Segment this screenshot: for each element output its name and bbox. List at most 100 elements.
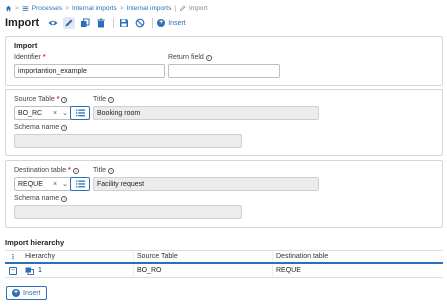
row-hierarchy-cell: 1: [21, 267, 133, 275]
destination-title-value: Facility request: [97, 180, 145, 188]
destination-title-field: Facility request: [93, 177, 319, 191]
column-header-destination[interactable]: Destination table: [272, 251, 443, 262]
import-card-title: Import: [14, 41, 38, 50]
chevron-down-icon[interactable]: ⌄: [62, 180, 68, 188]
required-marker: *: [42, 54, 46, 61]
plus-circle-icon: +: [157, 19, 166, 27]
insert-button[interactable]: + Insert: [157, 19, 186, 27]
row-toggle[interactable]: −: [5, 266, 21, 275]
source-schema-field: [14, 134, 242, 148]
insert-label: Insert: [168, 19, 186, 27]
destination-table-list-button[interactable]: [70, 177, 90, 191]
required-marker: *: [68, 167, 71, 174]
row-source-cell: BO_RO: [133, 264, 272, 277]
source-schema-label: Schema name i: [14, 124, 68, 131]
breadcrumb-processes[interactable]: Processes: [32, 5, 62, 12]
column-header-hierarchy[interactable]: Hierarchy: [21, 253, 133, 260]
eye-icon: [48, 20, 58, 26]
source-title-label-text: Title: [93, 96, 106, 103]
breadcrumb-internal-imports-2[interactable]: Internal imports: [127, 5, 172, 12]
clear-icon[interactable]: ×: [53, 110, 57, 117]
hierarchy-insert-label: Insert: [23, 289, 41, 297]
source-table-list-button[interactable]: [70, 106, 90, 120]
identifier-value: importantion_example: [18, 67, 87, 75]
return-field-label: Return field i: [168, 54, 212, 61]
pencil-icon: [180, 5, 186, 11]
home-icon[interactable]: [5, 5, 12, 12]
source-title-value: Booking room: [97, 109, 141, 117]
identifier-label: Identifier *: [14, 54, 46, 61]
destination-table-label: Destination table * i: [14, 167, 79, 174]
breadcrumb-separator: >: [119, 4, 124, 12]
destination-title-label: Title i: [93, 167, 114, 174]
select-controls: × ⌄: [53, 180, 68, 189]
destination-table-select[interactable]: REQUE × ⌄: [14, 177, 72, 191]
source-schema-label-text: Schema name: [14, 124, 60, 131]
title-toolbar: Import + Insert: [5, 16, 186, 30]
info-icon[interactable]: i: [107, 96, 114, 103]
source-title-field: Booking room: [93, 106, 319, 120]
list-icon: [22, 5, 29, 11]
breadcrumb-separator: >: [15, 4, 19, 12]
breadcrumb-divider: |: [174, 4, 177, 12]
row-hierarchy-value: 1: [38, 267, 42, 274]
toolbar-divider: [113, 18, 115, 28]
info-icon[interactable]: i: [61, 96, 68, 103]
identifier-input[interactable]: importantion_example: [14, 64, 165, 78]
pencil-icon: [65, 19, 73, 27]
destination-table-value: REQUE: [18, 180, 43, 188]
hierarchy-node-icon: [25, 267, 34, 275]
breadcrumb-current: Import: [189, 4, 208, 12]
plus-circle-icon: +: [12, 289, 20, 297]
info-icon[interactable]: i: [205, 54, 212, 61]
source-title-label: Title i: [93, 96, 114, 103]
hierarchy-table-header: ⋮ Hierarchy Source Table Destination tab…: [5, 250, 443, 264]
chevron-down-icon[interactable]: ⌄: [62, 109, 68, 117]
hierarchy-insert-button[interactable]: + Insert: [6, 286, 47, 300]
hierarchy-title: Import hierarchy: [5, 238, 65, 247]
source-table-select[interactable]: BO_RC × ⌄: [14, 106, 72, 120]
select-controls: × ⌄: [53, 109, 68, 118]
column-menu-icon[interactable]: ⋮: [5, 253, 21, 261]
destination-schema-field: [14, 205, 242, 219]
save-icon: [120, 19, 129, 27]
destination-schema-label: Schema name i: [14, 195, 68, 202]
info-icon[interactable]: i: [61, 195, 68, 202]
collapse-icon[interactable]: −: [9, 266, 17, 275]
delete-button[interactable]: [95, 17, 107, 29]
block-icon: [135, 18, 145, 28]
source-card: Source Table * i BO_RC × ⌄ Title i Booki…: [5, 89, 443, 156]
copy-button[interactable]: [79, 17, 91, 29]
edit-button[interactable]: [63, 17, 76, 29]
identifier-label-text: Identifier: [14, 54, 41, 61]
view-button[interactable]: [47, 17, 59, 29]
destination-schema-label-text: Schema name: [14, 195, 60, 202]
info-icon[interactable]: i: [61, 124, 68, 131]
required-marker: *: [56, 96, 60, 103]
table-row[interactable]: − 1 BO_RO REQUE: [5, 264, 443, 278]
breadcrumb-separator: >: [65, 4, 69, 12]
column-header-source[interactable]: Source Table: [133, 251, 272, 262]
source-table-label-text: Source Table: [14, 96, 55, 103]
source-table-label: Source Table * i: [14, 96, 68, 103]
list-icon: [75, 109, 85, 117]
page-title: Import: [5, 17, 40, 29]
info-icon[interactable]: i: [107, 167, 114, 174]
toolbar-divider: [152, 18, 154, 28]
destination-card: Destination table * i REQUE × ⌄ Title i …: [5, 160, 443, 228]
cancel-button[interactable]: [134, 17, 146, 29]
return-field-input[interactable]: [168, 64, 280, 78]
info-icon[interactable]: i: [72, 167, 79, 174]
source-table-value: BO_RC: [18, 109, 43, 117]
import-card: Import Identifier * importantion_example…: [5, 36, 443, 86]
destination-table-label-text: Destination table: [14, 167, 67, 174]
breadcrumb-internal-imports[interactable]: Internal imports: [72, 5, 117, 12]
clear-icon[interactable]: ×: [53, 181, 57, 188]
save-button[interactable]: [118, 17, 130, 29]
copy-icon: [81, 18, 90, 27]
row-destination-cell: REQUE: [272, 264, 443, 277]
return-field-label-text: Return field: [168, 54, 204, 61]
hierarchy-table: ⋮ Hierarchy Source Table Destination tab…: [5, 250, 443, 278]
breadcrumb: > Processes > Internal imports > Interna…: [5, 3, 207, 13]
destination-title-label-text: Title: [93, 167, 106, 174]
